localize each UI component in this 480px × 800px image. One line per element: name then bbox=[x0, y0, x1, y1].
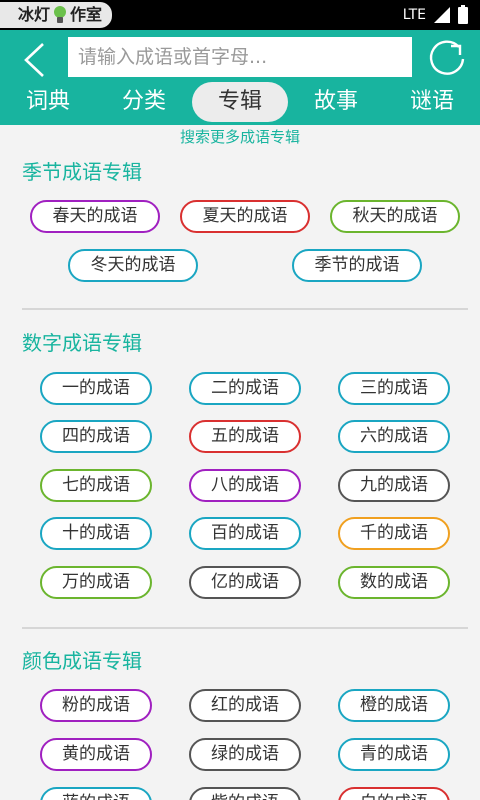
album-tag-button[interactable]: 白的成语 bbox=[338, 787, 450, 800]
lightbulb-icon bbox=[53, 6, 67, 24]
album-tag-button[interactable]: 黄的成语 bbox=[40, 738, 152, 771]
album-tag-button[interactable]: 万的成语 bbox=[40, 566, 152, 599]
section-title-3: 颜色成语专辑 bbox=[22, 649, 142, 673]
album-tag-button[interactable]: 冬天的成语 bbox=[68, 249, 198, 282]
tab-5[interactable]: 谜语 bbox=[390, 82, 474, 122]
album-tag-button[interactable]: 十的成语 bbox=[40, 517, 152, 550]
app-logo: 冰灯 作室 bbox=[0, 2, 113, 28]
battery-icon bbox=[458, 4, 468, 24]
album-tag-button[interactable]: 紫的成语 bbox=[189, 787, 301, 800]
back-button[interactable] bbox=[14, 36, 54, 84]
tab-1[interactable]: 词典 bbox=[6, 82, 90, 122]
tab-3[interactable]: 专辑 bbox=[192, 82, 288, 122]
logo-text-right: 作室 bbox=[70, 5, 103, 24]
album-tag-button[interactable]: 数的成语 bbox=[338, 566, 450, 599]
album-tag-button[interactable]: 季节的成语 bbox=[292, 249, 422, 282]
network-type: LTE bbox=[402, 7, 426, 23]
tab-bar: 词典 分类 专辑 故事 谜语 bbox=[0, 82, 480, 122]
album-tag-button[interactable]: 蓝的成语 bbox=[40, 787, 152, 800]
album-tag-button[interactable]: 红的成语 bbox=[189, 689, 301, 722]
album-tag-button[interactable]: 四的成语 bbox=[40, 420, 152, 453]
album-tag-button[interactable]: 八的成语 bbox=[189, 469, 301, 502]
album-tag-button[interactable]: 九的成语 bbox=[338, 469, 450, 502]
section-title-2: 数字成语专辑 bbox=[22, 331, 142, 355]
album-tag-button[interactable]: 七的成语 bbox=[40, 469, 152, 502]
album-tag-button[interactable]: 二的成语 bbox=[189, 372, 301, 405]
album-tag-button[interactable]: 橙的成语 bbox=[338, 689, 450, 722]
album-tag-button[interactable]: 绿的成语 bbox=[189, 738, 301, 771]
section-divider bbox=[22, 308, 468, 310]
album-list: 季节成语专辑春天的成语 夏天的成语 秋天的成语冬天的成语 季节的成语数字成语专辑一的成… bbox=[0, 150, 480, 800]
album-tag-button[interactable]: 百的成语 bbox=[189, 517, 301, 550]
album-tag-button[interactable]: 千的成语 bbox=[338, 517, 450, 550]
album-tag-button[interactable]: 六的成语 bbox=[338, 420, 450, 453]
tab-2[interactable]: 分类 bbox=[102, 82, 186, 122]
tab-4[interactable]: 故事 bbox=[294, 82, 378, 122]
search-more-link[interactable]: 搜索更多成语专辑 bbox=[0, 125, 480, 149]
album-tag-button[interactable]: 三的成语 bbox=[338, 372, 450, 405]
section-title-1: 季节成语专辑 bbox=[22, 160, 142, 184]
album-tag-button[interactable]: 亿的成语 bbox=[189, 566, 301, 599]
album-tag-button[interactable]: 一的成语 bbox=[40, 372, 152, 405]
status-indicators: LTE bbox=[403, 0, 468, 30]
album-tag-button[interactable]: 五的成语 bbox=[189, 420, 301, 453]
logo-text-left: 冰灯 bbox=[18, 5, 51, 24]
album-tag-button[interactable]: 粉的成语 bbox=[40, 689, 152, 722]
album-tag-button[interactable]: 青的成语 bbox=[338, 738, 450, 771]
album-tag-button[interactable]: 秋天的成语 bbox=[330, 200, 460, 233]
signal-icon bbox=[434, 7, 450, 23]
album-tag-button[interactable]: 春天的成语 bbox=[30, 200, 160, 233]
header: 词典分类专辑故事谜语 bbox=[0, 30, 480, 125]
search-input[interactable] bbox=[68, 37, 412, 77]
chevron-left-icon bbox=[24, 43, 44, 77]
status-bar: 冰灯 作室 LTE bbox=[0, 0, 480, 30]
section-divider bbox=[22, 627, 468, 629]
refresh-icon[interactable] bbox=[426, 38, 468, 80]
album-tag-button[interactable]: 夏天的成语 bbox=[180, 200, 310, 233]
